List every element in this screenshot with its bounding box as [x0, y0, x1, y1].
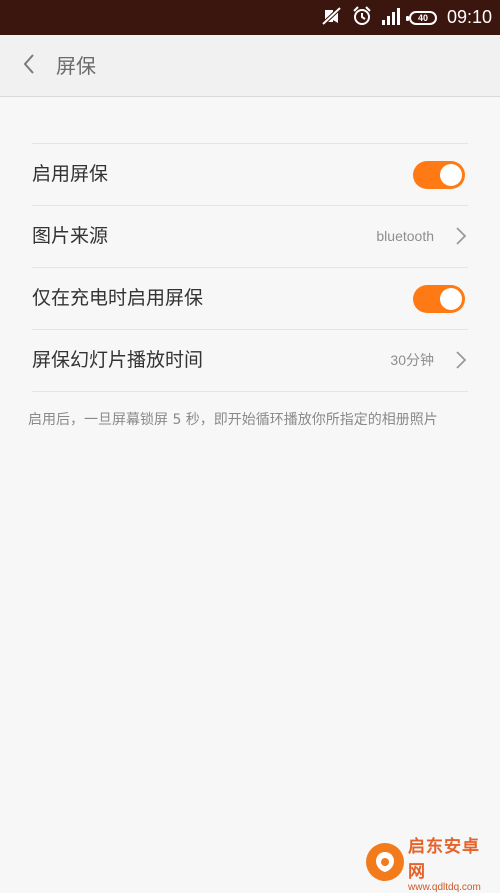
page-title: 屏保	[56, 54, 96, 78]
chevron-right-icon	[454, 226, 468, 246]
status-icons: 40 09:10	[321, 0, 492, 35]
toggle-knob	[440, 288, 462, 310]
status-time: 09:10	[446, 7, 492, 27]
battery-icon: 40	[405, 10, 437, 25]
setting-image-source[interactable]: 图片来源 bluetooth	[32, 206, 468, 268]
setting-value: 30分钟	[390, 352, 434, 368]
setting-value: bluetooth	[376, 228, 434, 244]
watermark-text: 启东安卓网 www.qdltdq.com	[408, 832, 496, 893]
status-bar: 40 09:10	[0, 0, 500, 35]
watermark-title: 启东安卓网	[408, 836, 480, 882]
chevron-right-icon	[454, 350, 468, 370]
signal-icon	[381, 7, 401, 29]
setting-label: 图片来源	[32, 225, 109, 247]
alarm-icon	[351, 5, 373, 31]
toggle-knob	[440, 164, 462, 186]
setting-label: 屏保幻灯片播放时间	[32, 349, 204, 371]
hint-text: 启用后，一旦屏幕锁屏 5 秒，即开始循环播放你所指定的相册照片	[28, 412, 438, 428]
charging-only-toggle[interactable]	[413, 285, 465, 313]
settings-list: 启用屏保 图片来源 bluetooth 仅在充电时启用屏保 屏保幻灯片播放时间 …	[32, 143, 468, 392]
action-bar: 屏保	[0, 35, 500, 97]
chevron-left-icon	[22, 53, 36, 79]
setting-label: 启用屏保	[32, 163, 109, 185]
back-button[interactable]	[14, 51, 44, 81]
setting-charging-only[interactable]: 仅在充电时启用屏保	[32, 268, 468, 330]
watermark-logo-icon	[366, 843, 404, 881]
mute-icon	[321, 6, 343, 30]
watermark: 启东安卓网 www.qdltdq.com	[366, 837, 496, 893]
enable-screensaver-toggle[interactable]	[413, 161, 465, 189]
watermark-url: www.qdltdq.com	[408, 881, 481, 893]
setting-enable-screensaver[interactable]: 启用屏保	[32, 144, 468, 206]
setting-slideshow-duration[interactable]: 屏保幻灯片播放时间 30分钟	[32, 330, 468, 392]
setting-label: 仅在充电时启用屏保	[32, 287, 204, 309]
